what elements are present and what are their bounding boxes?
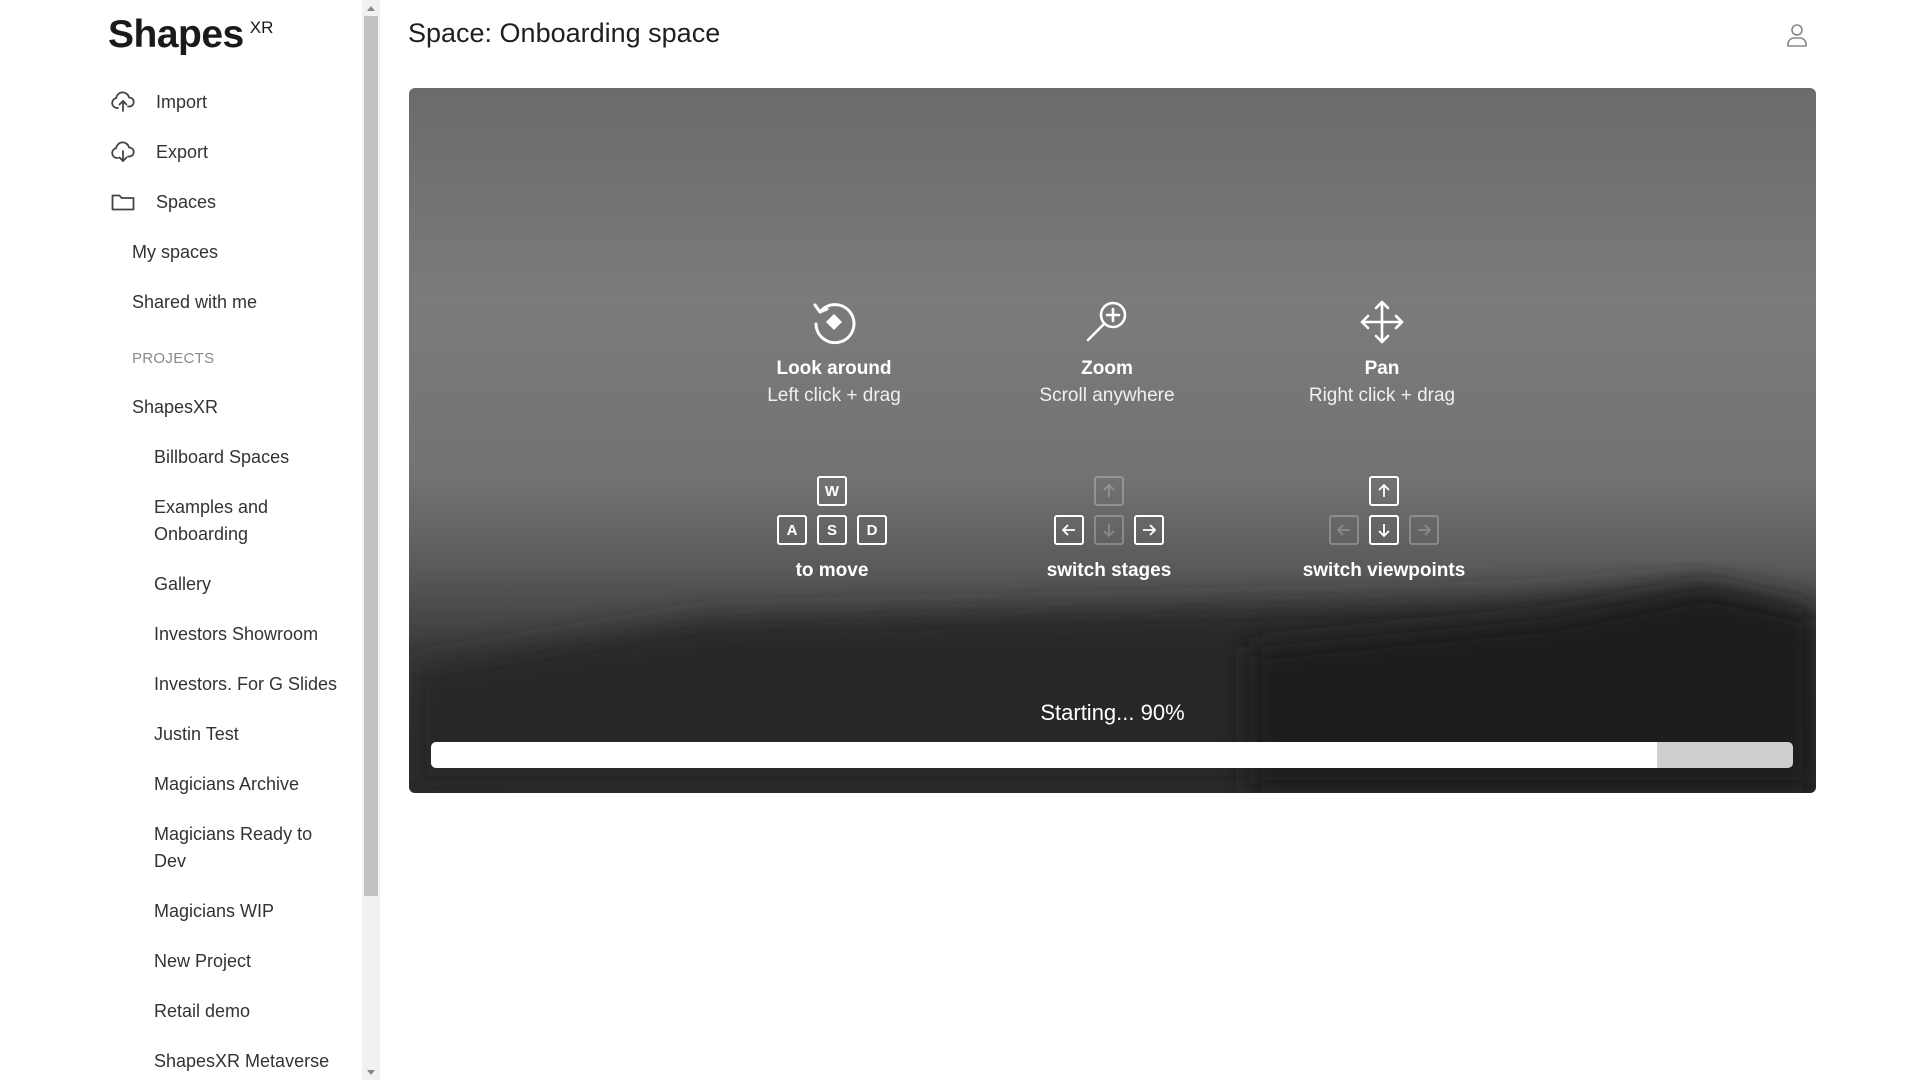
control-look-around: Look around Left click + drag: [719, 298, 949, 410]
keys-caption-move: to move: [795, 560, 869, 581]
rotate-icon: [813, 303, 856, 345]
project-item[interactable]: Investors Showroom: [154, 621, 344, 648]
control-title: Pan: [1364, 358, 1400, 379]
scroll-up-button[interactable]: [362, 0, 380, 16]
keys-caption-viewpoints: switch viewpoints: [1302, 560, 1466, 581]
stage-arrow-keys: [1054, 476, 1164, 556]
control-description: Scroll anywhere: [1039, 385, 1175, 406]
project-item[interactable]: Examples and Onboarding: [154, 494, 344, 548]
loading-progress-fill: [431, 742, 1657, 768]
arrow-left-icon: [1061, 524, 1075, 536]
cloud-upload-icon: [110, 89, 136, 115]
control-description: Right click + drag: [1308, 385, 1456, 406]
arrow-up-icon: [1378, 483, 1390, 497]
key-s: S: [817, 515, 847, 545]
project-item[interactable]: Magicians Ready to Dev: [154, 821, 344, 875]
sidebar-item-label: Export: [156, 141, 209, 162]
cloud-download-icon: [110, 139, 136, 165]
sidebar-item-label: Import: [156, 91, 208, 112]
logo-word: Shapes: [108, 13, 244, 56]
project-item[interactable]: Magicians WIP: [154, 898, 344, 925]
project-item[interactable]: Investors. For G Slides: [154, 671, 344, 698]
key-arrow-up: [1094, 476, 1124, 506]
key-arrow-right: [1134, 515, 1164, 545]
arrow-left-icon: [1336, 524, 1350, 536]
key-arrow-up: [1369, 476, 1399, 506]
wasd-keys: W A S D: [777, 476, 887, 556]
key-arrow-down: [1094, 515, 1124, 545]
folder-icon: [110, 189, 136, 215]
project-item[interactable]: Retail demo: [154, 998, 344, 1025]
project-item[interactable]: New Project: [154, 948, 344, 975]
loading-progress-bar: [431, 742, 1793, 768]
scrollbar-thumb[interactable]: [364, 16, 378, 896]
control-title: Look around: [776, 358, 892, 379]
shapesxr-logo[interactable]: Shapes XR: [108, 12, 273, 62]
sidebar-item-spaces[interactable]: Spaces: [110, 182, 216, 222]
sidebar-item-label: Spaces: [156, 191, 217, 212]
sidebar-item-project-root[interactable]: ShapesXR: [132, 394, 218, 421]
projects-section-label: PROJECTS: [132, 350, 215, 367]
sidebar-item-export[interactable]: Export: [110, 132, 208, 172]
control-pan: Pan Right click + drag: [1267, 298, 1497, 410]
arrow-right-icon: [1418, 524, 1432, 536]
sidebar-item-shared-with-me[interactable]: Shared with me: [132, 289, 257, 316]
sidebar: Shapes XR Import Export Spaces My spaces: [0, 0, 362, 1080]
control-title: Zoom: [1081, 358, 1133, 379]
user-menu-button[interactable]: [1780, 18, 1814, 52]
page-title: Space: Onboarding space: [408, 18, 721, 48]
user-icon: [1787, 24, 1807, 47]
loading-status: Starting... 90%: [1040, 700, 1185, 725]
project-item[interactable]: ShapesXR Metaverse: [154, 1048, 344, 1075]
keys-caption-stages: switch stages: [1046, 560, 1172, 581]
move-arrows-icon: [1360, 300, 1404, 344]
logo-suffix: XR: [249, 18, 274, 37]
zoom-in-icon: [1086, 301, 1127, 342]
scroll-down-button[interactable]: [362, 1064, 380, 1080]
arrow-down-icon: [367, 1069, 375, 1075]
key-arrow-left: [1329, 515, 1359, 545]
arrow-up-icon: [1103, 483, 1115, 497]
project-item[interactable]: Gallery: [154, 571, 344, 598]
control-description: Left click + drag: [767, 385, 901, 406]
control-zoom: Zoom Scroll anywhere: [992, 298, 1222, 410]
key-w: W: [817, 476, 847, 506]
key-arrow-left: [1054, 515, 1084, 545]
key-d: D: [857, 515, 887, 545]
sidebar-item-import[interactable]: Import: [110, 82, 207, 122]
viewer-background: [409, 583, 1816, 793]
sidebar-scrollbar[interactable]: [362, 0, 380, 1080]
arrow-right-icon: [1143, 524, 1157, 536]
key-arrow-down: [1369, 515, 1399, 545]
project-item[interactable]: Justin Test: [154, 721, 344, 748]
arrow-down-icon: [1103, 524, 1115, 538]
arrow-up-icon: [367, 5, 375, 11]
project-item[interactable]: Magicians Archive: [154, 771, 344, 798]
project-item[interactable]: Billboard Spaces: [154, 444, 344, 471]
key-a: A: [777, 515, 807, 545]
space-viewer[interactable]: Look around Left click + drag Zoom Scrol…: [409, 88, 1816, 793]
viewpoint-arrow-keys: [1329, 476, 1439, 556]
sidebar-item-my-spaces[interactable]: My spaces: [132, 239, 218, 266]
key-arrow-right: [1409, 515, 1439, 545]
arrow-down-icon: [1378, 524, 1390, 538]
